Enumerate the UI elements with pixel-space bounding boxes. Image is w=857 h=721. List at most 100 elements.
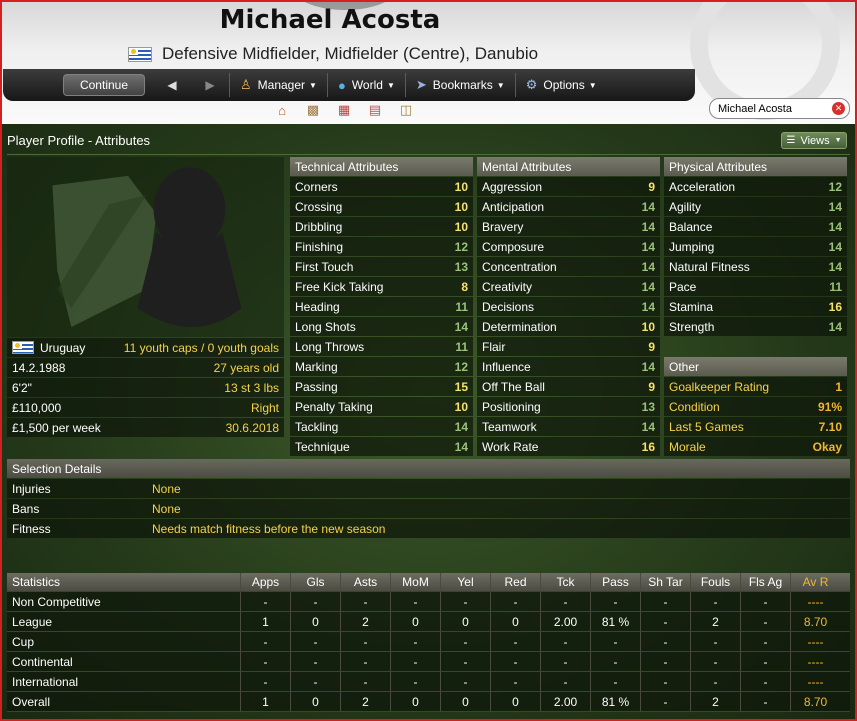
- statistics-column-header: Yel: [440, 573, 490, 591]
- table-cell: 8.70: [790, 692, 840, 711]
- nationality-row: Uruguay 11 youth caps / 0 youth goals: [7, 338, 284, 357]
- table-cell: -: [590, 632, 640, 651]
- table-cell: -: [740, 692, 790, 711]
- table-cell: 8.70: [790, 612, 840, 631]
- attribute-value: 8: [461, 279, 468, 294]
- transfer-value: £110,000: [12, 400, 62, 415]
- attribute-value: 1: [835, 379, 842, 394]
- views-button[interactable]: ☰ Views ▼: [781, 132, 847, 149]
- mental-attribute-row: Work Rate 16: [477, 437, 660, 456]
- table-cell: 2.00: [540, 692, 590, 711]
- age: 27 years old: [213, 360, 279, 375]
- table-cell: 0: [390, 612, 440, 631]
- calendar-icon[interactable]: ▦: [334, 101, 354, 119]
- mental-attribute-row: Determination 10: [477, 317, 660, 336]
- attribute-value: 14: [454, 319, 468, 334]
- table-cell: -: [340, 652, 390, 671]
- forward-icon[interactable]: ▶: [191, 74, 229, 96]
- player-subtitle: Defensive Midfielder, Midfielder (Centre…: [128, 44, 538, 64]
- attribute-label: Influence: [482, 359, 531, 374]
- notes-icon[interactable]: ◫: [396, 101, 416, 119]
- attribute-label: Balance: [669, 219, 713, 234]
- attribute-label: Long Throws: [295, 339, 365, 354]
- attribute-value: 14: [641, 279, 655, 294]
- table-cell: ----: [790, 592, 840, 611]
- table-cell: 2.00: [540, 612, 590, 631]
- attribute-value: 12: [828, 179, 842, 194]
- technical-attribute-row: First Touch 13: [290, 257, 473, 276]
- fitness-row: Fitness Needs match fitness before the n…: [7, 519, 850, 538]
- contract-end: 30.6.2018: [225, 420, 279, 435]
- table-cell: League: [12, 614, 53, 629]
- attribute-label: Decisions: [482, 299, 535, 314]
- options-menu-label: Options: [543, 78, 585, 92]
- attribute-value: 14: [641, 359, 655, 374]
- attribute-label: Positioning: [482, 399, 541, 414]
- table-cell: -: [390, 632, 440, 651]
- attribute-label: Teamwork: [482, 419, 537, 434]
- home-icon[interactable]: ⌂: [272, 101, 292, 119]
- wage-row: £1,500 per week 30.6.2018: [7, 418, 284, 437]
- continue-button[interactable]: Continue: [63, 74, 145, 96]
- attribute-value: 10: [641, 319, 655, 334]
- silhouette-head: [153, 167, 226, 251]
- main-toolbar: Continue ◀ ▶ ♙ Manager ▼ ● World ▼ ➤ Bookm…: [3, 69, 695, 101]
- table-cell: -: [590, 672, 640, 691]
- attribute-value: 12: [454, 359, 468, 374]
- attribute-label: Bravery: [482, 219, 524, 234]
- table-cell: 1: [240, 612, 290, 631]
- chevron-down-icon: ▼: [834, 137, 842, 144]
- manager-menu[interactable]: ♙ Manager ▼: [230, 74, 327, 96]
- technical-attribute-row: Marking 12: [290, 357, 473, 376]
- table-cell: -: [740, 612, 790, 631]
- table-cell: -: [690, 632, 740, 651]
- table-cell: 1: [240, 692, 290, 711]
- search-input[interactable]: Michael Acosta ✕: [709, 98, 850, 119]
- statistics-column-header: Tck: [540, 573, 590, 591]
- attribute-label: Heading: [295, 299, 340, 314]
- attribute-label: Tackling: [295, 419, 339, 434]
- table-cell: -: [740, 652, 790, 671]
- other-attributes-header: Other: [664, 357, 847, 376]
- attribute-value: 10: [454, 179, 468, 194]
- panel-title: Player Profile - Attributes: [7, 133, 151, 148]
- player-silhouette: [52, 167, 242, 327]
- options-menu[interactable]: ⚙ Options ▼: [516, 74, 607, 96]
- attribute-value: 14: [828, 239, 842, 254]
- injuries-label: Injuries: [12, 481, 51, 496]
- clear-search-icon[interactable]: ✕: [832, 102, 845, 115]
- world-menu[interactable]: ● World ▼: [328, 74, 405, 96]
- attribute-value: 9: [648, 379, 655, 394]
- physical-attribute-row: Natural Fitness 14: [664, 257, 847, 276]
- table-cell: -: [540, 592, 590, 611]
- physical-attribute-row: Agility 14: [664, 197, 847, 216]
- table-row: Continental - - - - - - - - - - - ----: [7, 652, 850, 672]
- table-cell: -: [390, 652, 440, 671]
- news-icon[interactable]: ▤: [365, 101, 385, 119]
- technical-attributes-header: Technical Attributes: [290, 157, 473, 176]
- table-cell: Continental: [12, 654, 73, 669]
- physical-attribute-row: Stamina 16: [664, 297, 847, 316]
- attribute-value: 14: [641, 219, 655, 234]
- back-icon[interactable]: ◀: [153, 74, 191, 96]
- chevron-down-icon: ▼: [496, 80, 505, 90]
- inbox-icon[interactable]: ▩: [303, 101, 323, 119]
- attribute-value: 9: [648, 179, 655, 194]
- statistics-header-row: Statistics Apps Gls Asts MoM Yel Red Tck Pass Sh …: [7, 573, 850, 592]
- table-cell: -: [390, 592, 440, 611]
- table-cell: -: [690, 652, 740, 671]
- statistics-column-header: MoM: [390, 573, 440, 591]
- bookmarks-menu[interactable]: ➤ Bookmarks ▼: [406, 74, 515, 96]
- table-cell: -: [240, 672, 290, 691]
- table-cell: -: [590, 652, 640, 671]
- other-attribute-row: Morale Okay: [664, 437, 847, 456]
- table-cell: 0: [440, 612, 490, 631]
- mental-attribute-row: Flair 9: [477, 337, 660, 356]
- attribute-value: 13: [454, 259, 468, 274]
- technical-attribute-row: Penalty Taking 10: [290, 397, 473, 416]
- statistics-column-header: Asts: [340, 573, 390, 591]
- dob-row: 14.2.1988 27 years old: [7, 358, 284, 377]
- statistics-column-header: Pass: [590, 573, 640, 591]
- table-cell: -: [640, 672, 690, 691]
- statistics-column-header: Red: [490, 573, 540, 591]
